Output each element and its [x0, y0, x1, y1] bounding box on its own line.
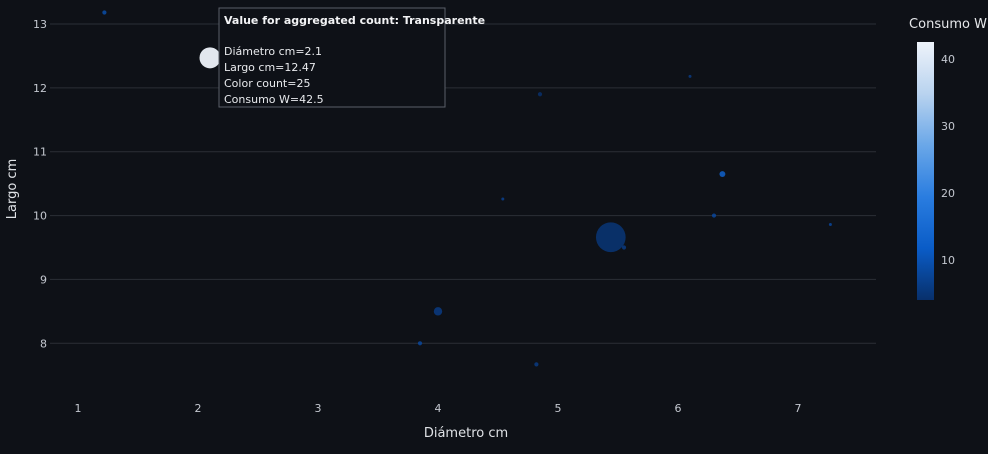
scatter-point[interactable] [828, 223, 832, 227]
y-tick-label: 12 [33, 82, 47, 95]
scatter-point[interactable] [719, 171, 726, 178]
y-tick-label: 9 [40, 273, 47, 286]
x-axis-title: Diámetro cm [424, 426, 508, 441]
scatter-point[interactable] [433, 307, 443, 316]
scatter-point[interactable] [595, 222, 626, 253]
colorbar-tick-label: 10 [941, 254, 955, 267]
y-tick-label: 8 [40, 337, 47, 350]
y-tick-label: 10 [33, 210, 47, 223]
hover-tooltip: Value for aggregated count: Transparente… [218, 7, 485, 108]
colorbar-tick-label: 30 [941, 120, 955, 133]
colorbar-ticks: 10 20 30 40 [941, 53, 955, 267]
points-layer [102, 10, 832, 367]
tooltip-line-diametro: Diámetro cm=2.1 [224, 45, 322, 58]
scatter-point[interactable] [102, 10, 107, 15]
chart-svg: 89101112131 2 3 4 5 6 7 Diámetro cm Largo cm C… [5, 7, 987, 441]
scatter-point[interactable] [199, 47, 221, 69]
scatter-point[interactable] [537, 92, 543, 97]
scatter-chart: 8 9 10 11 12 13 1 2 3 4 5 6 7 Diámetro cm Largo cm C… [0, 0, 988, 450]
scatter-point[interactable] [711, 213, 717, 218]
colorbar [917, 42, 934, 300]
scatter-point[interactable] [417, 341, 423, 346]
y-axis-title: Largo cm [5, 159, 20, 219]
x-tick-label: 6 [675, 402, 682, 415]
tooltip-title: Value for aggregated count: Transparente [224, 14, 485, 27]
x-tick-label: 7 [795, 402, 802, 415]
x-tick-label: 5 [555, 402, 562, 415]
tooltip-line-color-count: Color count=25 [224, 77, 310, 90]
grid-layer [50, 23, 876, 344]
scatter-point[interactable] [621, 245, 627, 250]
colorbar-title: Consumo W [909, 17, 987, 32]
y-tick-label: 11 [33, 146, 47, 159]
x-tick-label: 2 [195, 402, 202, 415]
x-tick-label: 3 [315, 402, 322, 415]
colorbar-tick-label: 40 [941, 53, 955, 66]
scatter-point[interactable] [534, 362, 539, 367]
y-tick-label: 13 [33, 18, 47, 31]
tooltip-line-largo: Largo cm=12.47 [224, 61, 316, 74]
x-tick-label: 4 [435, 402, 442, 415]
scatter-point[interactable] [688, 74, 692, 78]
x-tick-label: 1 [75, 402, 82, 415]
scatter-point[interactable] [501, 197, 505, 201]
colorbar-tick-label: 20 [941, 187, 955, 200]
tooltip-line-consumo: Consumo W=42.5 [224, 93, 324, 106]
